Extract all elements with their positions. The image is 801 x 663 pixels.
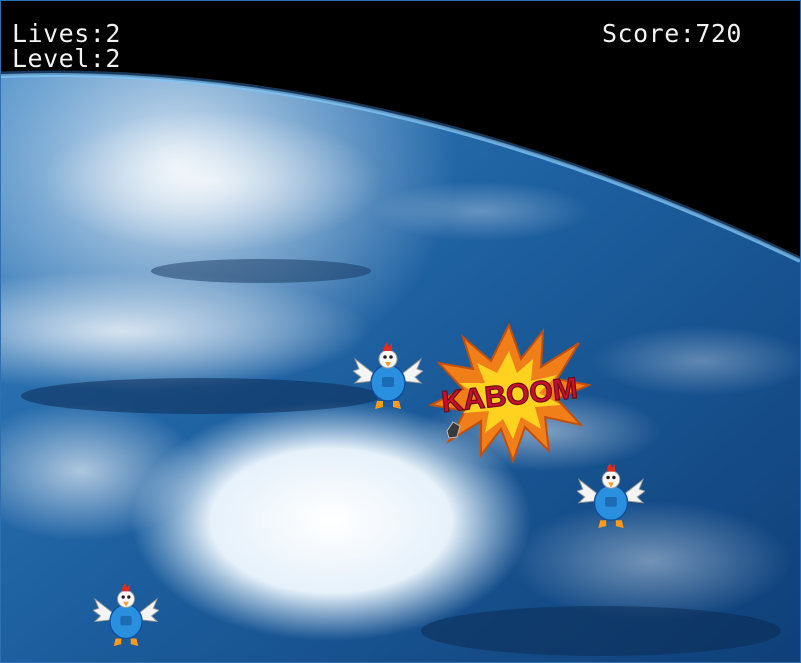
chicken-enemy[interactable] xyxy=(93,579,159,649)
level-value: 2 xyxy=(105,44,121,73)
lives-counter: Lives:2 xyxy=(12,21,121,46)
level-counter: Level:2 xyxy=(12,46,121,71)
explosion-burst: KABOOM xyxy=(429,323,591,463)
score-label: Score: xyxy=(602,19,696,48)
chicken-sprite xyxy=(353,342,423,409)
score-value: 720 xyxy=(695,19,742,48)
level-label: Level: xyxy=(12,44,106,73)
chicken-enemy[interactable] xyxy=(577,459,645,531)
chicken-sprite xyxy=(93,582,159,647)
chicken-sprite xyxy=(577,462,645,529)
debris-fragment xyxy=(446,421,461,439)
earth-background xyxy=(1,1,800,662)
score-counter: Score:720 xyxy=(602,21,742,46)
chicken-enemy[interactable] xyxy=(353,339,423,411)
game-screen[interactable]: Lives:2 Level:2 Score:720 KABOOM xyxy=(0,0,801,663)
